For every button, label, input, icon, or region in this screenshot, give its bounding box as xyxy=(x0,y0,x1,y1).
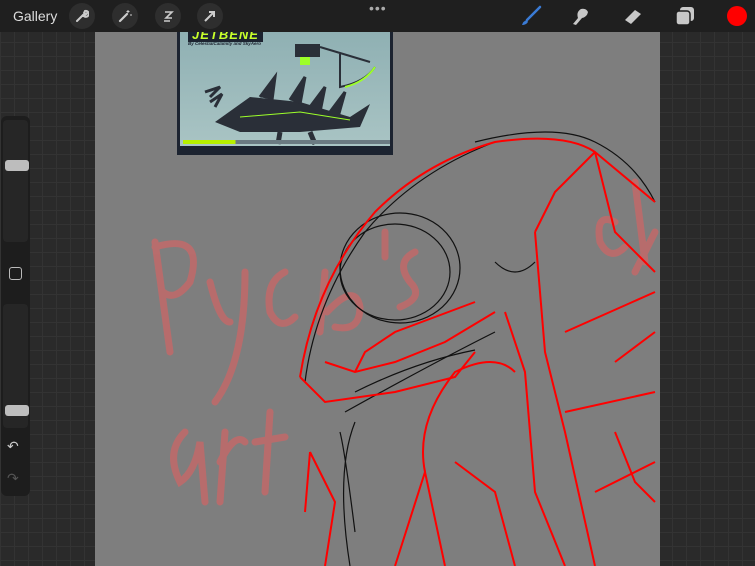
brush-size-slider[interactable] xyxy=(3,120,29,242)
transform-arrow-icon xyxy=(204,11,215,22)
transform-button[interactable] xyxy=(197,3,223,29)
layers-button[interactable] xyxy=(674,5,696,27)
brush-size-thumb[interactable] xyxy=(5,160,29,171)
layers-icon xyxy=(675,7,694,26)
undo-button[interactable]: ↶ xyxy=(7,438,19,455)
brush-icon xyxy=(522,5,542,25)
left-sidebar: ↶ ↷ xyxy=(1,116,30,496)
selection-icon xyxy=(164,11,174,22)
brush-opacity-thumb[interactable] xyxy=(5,405,29,416)
watermark-text xyxy=(151,178,659,506)
reference-artwork: JETBENE By CelestialCalamity and SkyAero xyxy=(180,32,390,146)
adjustments-button[interactable] xyxy=(112,3,138,29)
more-options-button[interactable]: ••• xyxy=(369,0,387,16)
reference-image[interactable]: JETBENE By CelestialCalamity and SkyAero xyxy=(177,32,393,155)
top-toolbar: Gallery ••• xyxy=(0,0,755,32)
wrench-icon xyxy=(76,9,89,22)
black-sketch-lines xyxy=(304,131,656,566)
gallery-button[interactable]: Gallery xyxy=(13,8,57,24)
magic-wand-icon xyxy=(118,10,132,23)
brush-opacity-slider[interactable] xyxy=(3,304,29,428)
smudge-icon xyxy=(573,8,588,26)
eraser-button[interactable] xyxy=(622,5,644,27)
reference-byline: By CelestialCalamity and SkyAero xyxy=(188,41,262,46)
redo-button[interactable]: ↷ xyxy=(7,470,19,487)
selection-button[interactable] xyxy=(155,3,181,29)
eraser-icon xyxy=(625,10,641,24)
red-sketch-lines xyxy=(299,137,656,566)
smudge-button[interactable] xyxy=(570,5,592,27)
color-picker-button[interactable] xyxy=(727,6,747,26)
reference-footer-bar xyxy=(183,140,390,144)
actions-button[interactable] xyxy=(69,3,95,29)
eyedropper-modify-button[interactable] xyxy=(9,267,22,280)
brush-button[interactable] xyxy=(520,5,542,27)
creature-illustration xyxy=(204,44,376,145)
